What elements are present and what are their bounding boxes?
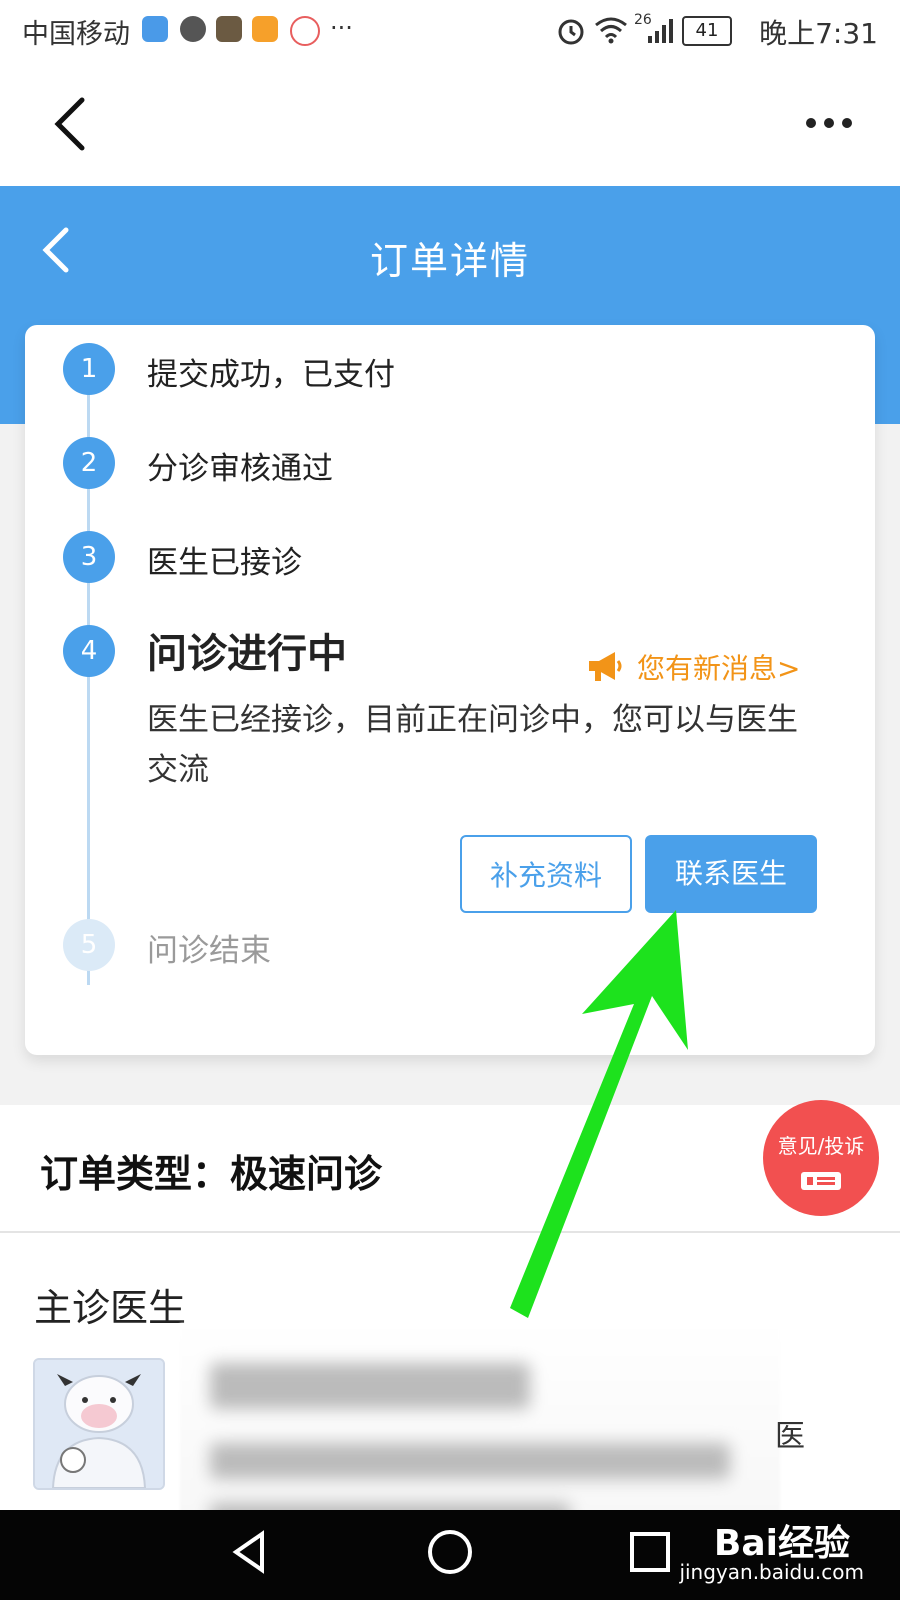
doctor-section: 主诊医生 医 xyxy=(0,1233,900,1529)
megaphone-icon xyxy=(589,652,622,681)
doctor-avatar[interactable] xyxy=(33,1358,165,1490)
nav-home-icon[interactable] xyxy=(422,1524,478,1580)
doctor-name-blurred xyxy=(210,1363,530,1409)
alarm-icon xyxy=(558,19,584,45)
step-3-number: 3 xyxy=(63,531,115,583)
new-message-link[interactable]: 您有新消息> xyxy=(585,643,800,691)
battery-indicator: 41 xyxy=(682,16,732,46)
step-4-number: 4 xyxy=(63,625,115,677)
contact-doctor-button[interactable]: 联系医生 xyxy=(645,835,817,913)
order-type-label: 订单类型：极速问诊 xyxy=(40,1152,383,1196)
step-1-number: 1 xyxy=(63,343,115,395)
step-4-label: 问诊进行中 xyxy=(147,631,347,677)
system-nav-bar: Bai经验 jingyan.baidu.com xyxy=(0,1510,900,1600)
doctor-info-blurred xyxy=(180,1323,780,1529)
order-progress-card: 1 提交成功，已支付 2 分诊审核通过 3 医生已接诊 4 问诊进行中 您有新消… xyxy=(25,325,875,1055)
shield-app-icon xyxy=(142,16,168,42)
more-notifications: ··· xyxy=(330,14,353,42)
baidu-watermark: Bai经验 xyxy=(713,1523,850,1564)
step-1-label: 提交成功，已支付 xyxy=(147,357,395,393)
nav-back-icon[interactable] xyxy=(222,1524,278,1580)
video-app-icon xyxy=(252,16,278,42)
doctor-heading: 主诊医生 xyxy=(34,1286,187,1330)
browser-toolbar xyxy=(0,62,900,186)
step-4-description: 医生已经接诊，目前正在问诊中，您可以与医生交流 xyxy=(147,702,798,788)
step-5-label: 问诊结束 xyxy=(147,933,271,969)
feedback-label: 意见/投诉 xyxy=(777,1134,865,1158)
chat-app-icon xyxy=(180,16,206,42)
doctor-info-trailing: 医 xyxy=(775,1419,805,1454)
cow-doctor-avatar-icon xyxy=(35,1360,163,1488)
status-bar: 中国移动 ··· 26 41 晚上7:31 xyxy=(0,0,900,62)
chevron-left-icon[interactable] xyxy=(48,96,96,152)
page-title: 订单详情 xyxy=(369,239,530,283)
step-3-label: 医生已接诊 xyxy=(147,545,302,581)
nav-recents-icon[interactable] xyxy=(622,1524,678,1580)
doctor-title-blurred xyxy=(210,1443,730,1479)
ticket-icon xyxy=(801,1172,841,1190)
step-5-number: 5 xyxy=(63,919,115,971)
step-2-label: 分诊审核通过 xyxy=(147,451,333,487)
map-app-icon xyxy=(290,16,320,46)
toutiao-app-icon xyxy=(216,16,242,42)
signal-icon xyxy=(648,19,673,43)
feedback-button[interactable]: 意见/投诉 xyxy=(763,1100,879,1216)
carrier-label: 中国移动 xyxy=(22,19,130,50)
clock: 晚上7:31 xyxy=(759,17,878,50)
supplement-info-button[interactable]: 补充资料 xyxy=(460,835,632,913)
more-dots-icon[interactable] xyxy=(800,110,860,136)
baidu-watermark-url: jingyan.baidu.com xyxy=(679,1560,864,1584)
new-message-text: 您有新消息> xyxy=(637,652,801,685)
step-2-number: 2 xyxy=(63,437,115,489)
wifi-icon xyxy=(595,17,627,44)
